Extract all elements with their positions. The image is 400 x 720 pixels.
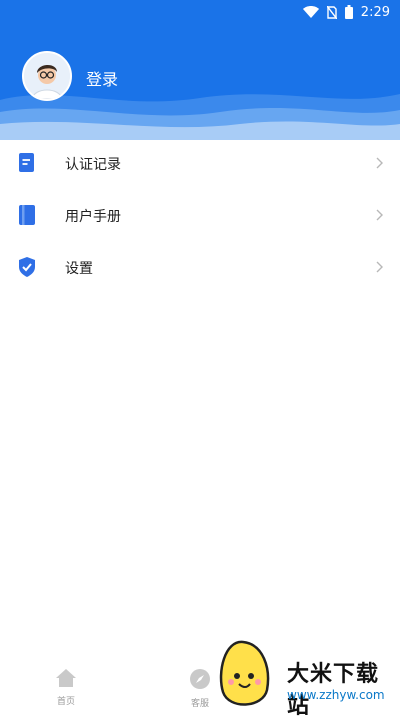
watermark: 大米下载站 www.zzhyw.com	[215, 638, 400, 719]
menu-item-settings[interactable]: 设置	[0, 241, 400, 293]
menu-item-user-manual[interactable]: 用户手册	[0, 189, 400, 241]
profile-header: 2:29 登录	[0, 0, 400, 140]
book-icon	[16, 203, 38, 227]
tab-home[interactable]: 首页	[36, 668, 96, 707]
document-list-icon	[16, 151, 38, 175]
status-time: 2:29	[360, 4, 390, 20]
home-icon	[55, 669, 77, 692]
chevron-right-icon	[374, 259, 384, 273]
login-link[interactable]: 登录	[86, 66, 118, 90]
menu-list: 认证记录 用户手册 设置	[0, 137, 400, 293]
watermark-url: www.zzhyw.com	[287, 688, 385, 702]
battery-icon	[344, 5, 353, 19]
avatar[interactable]	[22, 51, 72, 101]
shield-check-icon	[16, 255, 38, 279]
chevron-right-icon	[374, 207, 384, 221]
chevron-right-icon	[374, 155, 384, 169]
menu-item-auth-records[interactable]: 认证记录	[0, 137, 400, 189]
menu-item-label: 用户手册	[65, 209, 121, 225]
menu-item-label: 认证记录	[65, 157, 121, 173]
menu-item-label: 设置	[65, 261, 93, 277]
mascot-logo	[219, 640, 270, 706]
status-bar: 2:29	[0, 0, 400, 24]
no-sim-icon	[326, 5, 337, 19]
compass-icon	[189, 669, 211, 694]
tab-label: 首页	[56, 697, 75, 707]
wifi-icon	[302, 6, 319, 18]
